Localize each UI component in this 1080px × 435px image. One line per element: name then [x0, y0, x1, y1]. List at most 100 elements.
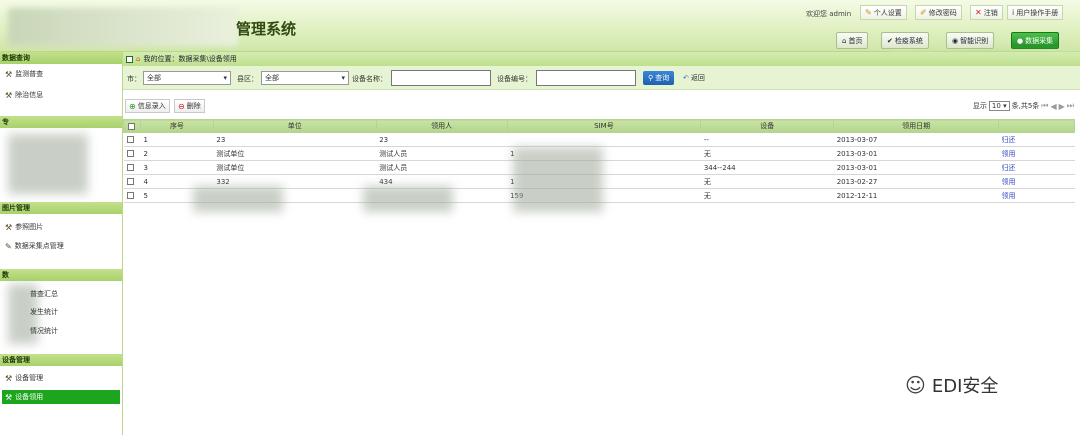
col-header: 领用日期 — [833, 119, 1000, 133]
tool-icon: ⚒ — [5, 90, 13, 100]
info-icon: ⅰ — [1012, 8, 1015, 17]
checkout-link[interactable]: 领用 — [998, 174, 1075, 189]
cell-no: 3 — [140, 160, 214, 175]
blurred-region — [193, 186, 283, 212]
sidebar-item-device-management[interactable]: ⚒ 设备管理 — [5, 371, 43, 385]
return-link[interactable]: 归还 — [998, 132, 1075, 147]
cell-date: 2012-12-11 — [833, 188, 999, 203]
cell-device: 无 — [700, 174, 834, 189]
cell-person: 测试人员 — [376, 160, 508, 175]
row-checkbox[interactable] — [123, 188, 141, 203]
wechat-icon: ☺ — [905, 373, 926, 397]
col-header: 单位 — [212, 119, 377, 133]
sidebar-section-image-management: 图片管理 — [0, 202, 122, 214]
sidebar-item-control-info[interactable]: ⚒ 除治信息 — [5, 88, 43, 102]
last-page-icon[interactable]: ⏭ — [1067, 101, 1074, 111]
recognize-icon: ◉ — [952, 36, 959, 45]
check-icon: ✔ — [887, 36, 893, 45]
edit-icon: ✎ — [865, 8, 872, 17]
blurred-region — [363, 186, 453, 212]
row-checkbox[interactable] — [123, 174, 141, 189]
tool-icon: ⚒ — [5, 373, 13, 383]
return-button[interactable]: ↶ 返回 — [683, 73, 705, 83]
cell-person: 23 — [376, 132, 508, 147]
tool-icon: ⚒ — [5, 392, 13, 402]
tool-icon: ⚒ — [5, 222, 13, 232]
change-password-link[interactable]: ✐ 修改密码 — [915, 5, 962, 20]
sidebar-item-device-checkout[interactable]: ⚒ 设备领用 — [2, 390, 120, 404]
cell-unit: 测试单位 — [213, 146, 377, 161]
row-checkbox[interactable] — [123, 146, 141, 161]
checkout-link[interactable]: 领用 — [998, 188, 1075, 203]
col-header-action — [998, 119, 1075, 133]
col-header: 序号 — [139, 119, 214, 133]
select-all-checkbox[interactable] — [123, 119, 141, 133]
row-checkbox[interactable] — [123, 132, 141, 147]
cell-device: 344--244 — [700, 160, 834, 175]
action-bar: ⊕ 信息录入 ⊖ 删除 显示 10 ▾ 条,共5条 ⏮ ◀ ▶ ⏭ — [123, 97, 1080, 115]
checkout-link[interactable]: 领用 — [998, 146, 1075, 161]
cell-sim — [507, 132, 701, 147]
cell-date: 2013-03-07 — [833, 132, 999, 147]
personal-settings-link[interactable]: ✎ 个人设置 — [860, 5, 907, 20]
search-icon: ⚲ — [648, 74, 654, 82]
cell-device: 无 — [700, 146, 834, 161]
sidebar: 数据查询 ⚒ 监测普查 ⚒ 除治信息 专 图片管理 ⚒ 参照图片 ✎ 数据采集点管理 数… — [0, 52, 123, 435]
cell-date: 2013-03-01 — [833, 146, 999, 161]
filter-bar: 市： 全部 ▾ 县区： 全部 ▾ 设备名称： 设备编号： ⚲ 查询 ↶ 返回 — [123, 66, 1080, 90]
cell-date: 2013-02-27 — [833, 174, 999, 189]
user-manual-link[interactable]: ⅰ 用户操作手册 — [1007, 5, 1064, 20]
sidebar-item-monitor-survey[interactable]: ⚒ 监测普查 — [5, 67, 43, 81]
return-link[interactable]: 归还 — [998, 160, 1075, 175]
chevron-down-icon: ▾ — [223, 74, 227, 82]
cell-no: 1 — [140, 132, 214, 147]
city-label: 市： — [127, 75, 141, 83]
sidebar-item-situation-stats[interactable]: 情况统计 — [30, 324, 58, 338]
table-row: 1 23 23 -- 2013-03-07 归还 — [123, 132, 1075, 147]
sidebar-item-reference-images[interactable]: ⚒ 参照图片 — [5, 220, 43, 234]
return-icon: ↶ — [683, 74, 689, 82]
sidebar-item-collection-points[interactable]: ✎ 数据采集点管理 — [5, 239, 64, 253]
panel-icon — [126, 55, 133, 63]
city-select[interactable]: 全部 ▾ — [143, 71, 231, 85]
first-page-icon[interactable]: ⏮ — [1041, 101, 1048, 111]
sidebar-item-survey-summary[interactable]: 普查汇总 — [30, 287, 58, 301]
cell-unit: 测试单位 — [213, 160, 377, 175]
sidebar-item-occurrence-stats[interactable]: 发生统计 — [30, 305, 58, 319]
blurred-region — [513, 147, 603, 212]
next-page-icon[interactable]: ▶ — [1059, 102, 1065, 111]
nav-quarantine-button[interactable]: ✔ 检疫系统 — [881, 32, 929, 49]
user-icon: ● — [1017, 36, 1024, 45]
device-no-input[interactable] — [536, 70, 636, 86]
device-name-input[interactable] — [391, 70, 491, 86]
page-size-select[interactable]: 10 ▾ — [988, 101, 1010, 111]
breadcrumb: ⌂ 我的位置：数据采集\设备领用 — [123, 52, 1080, 66]
x-icon: ✕ — [975, 8, 982, 17]
prev-page-icon[interactable]: ◀ — [1050, 102, 1056, 111]
sidebar-section-data-query: 数据查询 — [0, 52, 122, 64]
device-name-label: 设备名称： — [352, 75, 387, 83]
welcome-text: 欢迎您 admin — [806, 10, 852, 18]
device-no-label: 设备编号： — [497, 75, 532, 83]
district-select[interactable]: 全部 ▾ — [261, 71, 349, 85]
delete-button[interactable]: ⊖ 删除 — [174, 99, 205, 113]
col-header: 设备 — [700, 119, 835, 133]
tool-icon: ⚒ — [5, 69, 13, 79]
home-icon: ⌂ — [842, 36, 847, 45]
cell-no: 2 — [140, 146, 214, 161]
query-button[interactable]: ⚲ 查询 — [643, 71, 675, 85]
row-checkbox[interactable] — [123, 160, 141, 175]
nav-home-button[interactable]: ⌂ 首页 — [836, 32, 869, 49]
cell-device: -- — [700, 132, 834, 147]
add-record-button[interactable]: ⊕ 信息录入 — [125, 99, 170, 113]
minus-icon: ⊖ — [178, 101, 185, 111]
cell-person: 测试人员 — [376, 146, 508, 161]
logout-link[interactable]: ✕ 注销 — [970, 5, 1003, 20]
nav-recognition-button[interactable]: ◉ 智能识别 — [946, 32, 995, 49]
district-label: 县区： — [237, 75, 258, 83]
sidebar-section-device-management: 设备管理 — [0, 354, 122, 366]
chevron-down-icon: ▾ — [341, 74, 345, 82]
pencil-icon: ✐ — [920, 8, 927, 17]
nav-data-collect-button[interactable]: ● 数据采集 — [1011, 32, 1060, 49]
watermark: ☺ EDI安全 — [905, 373, 999, 397]
